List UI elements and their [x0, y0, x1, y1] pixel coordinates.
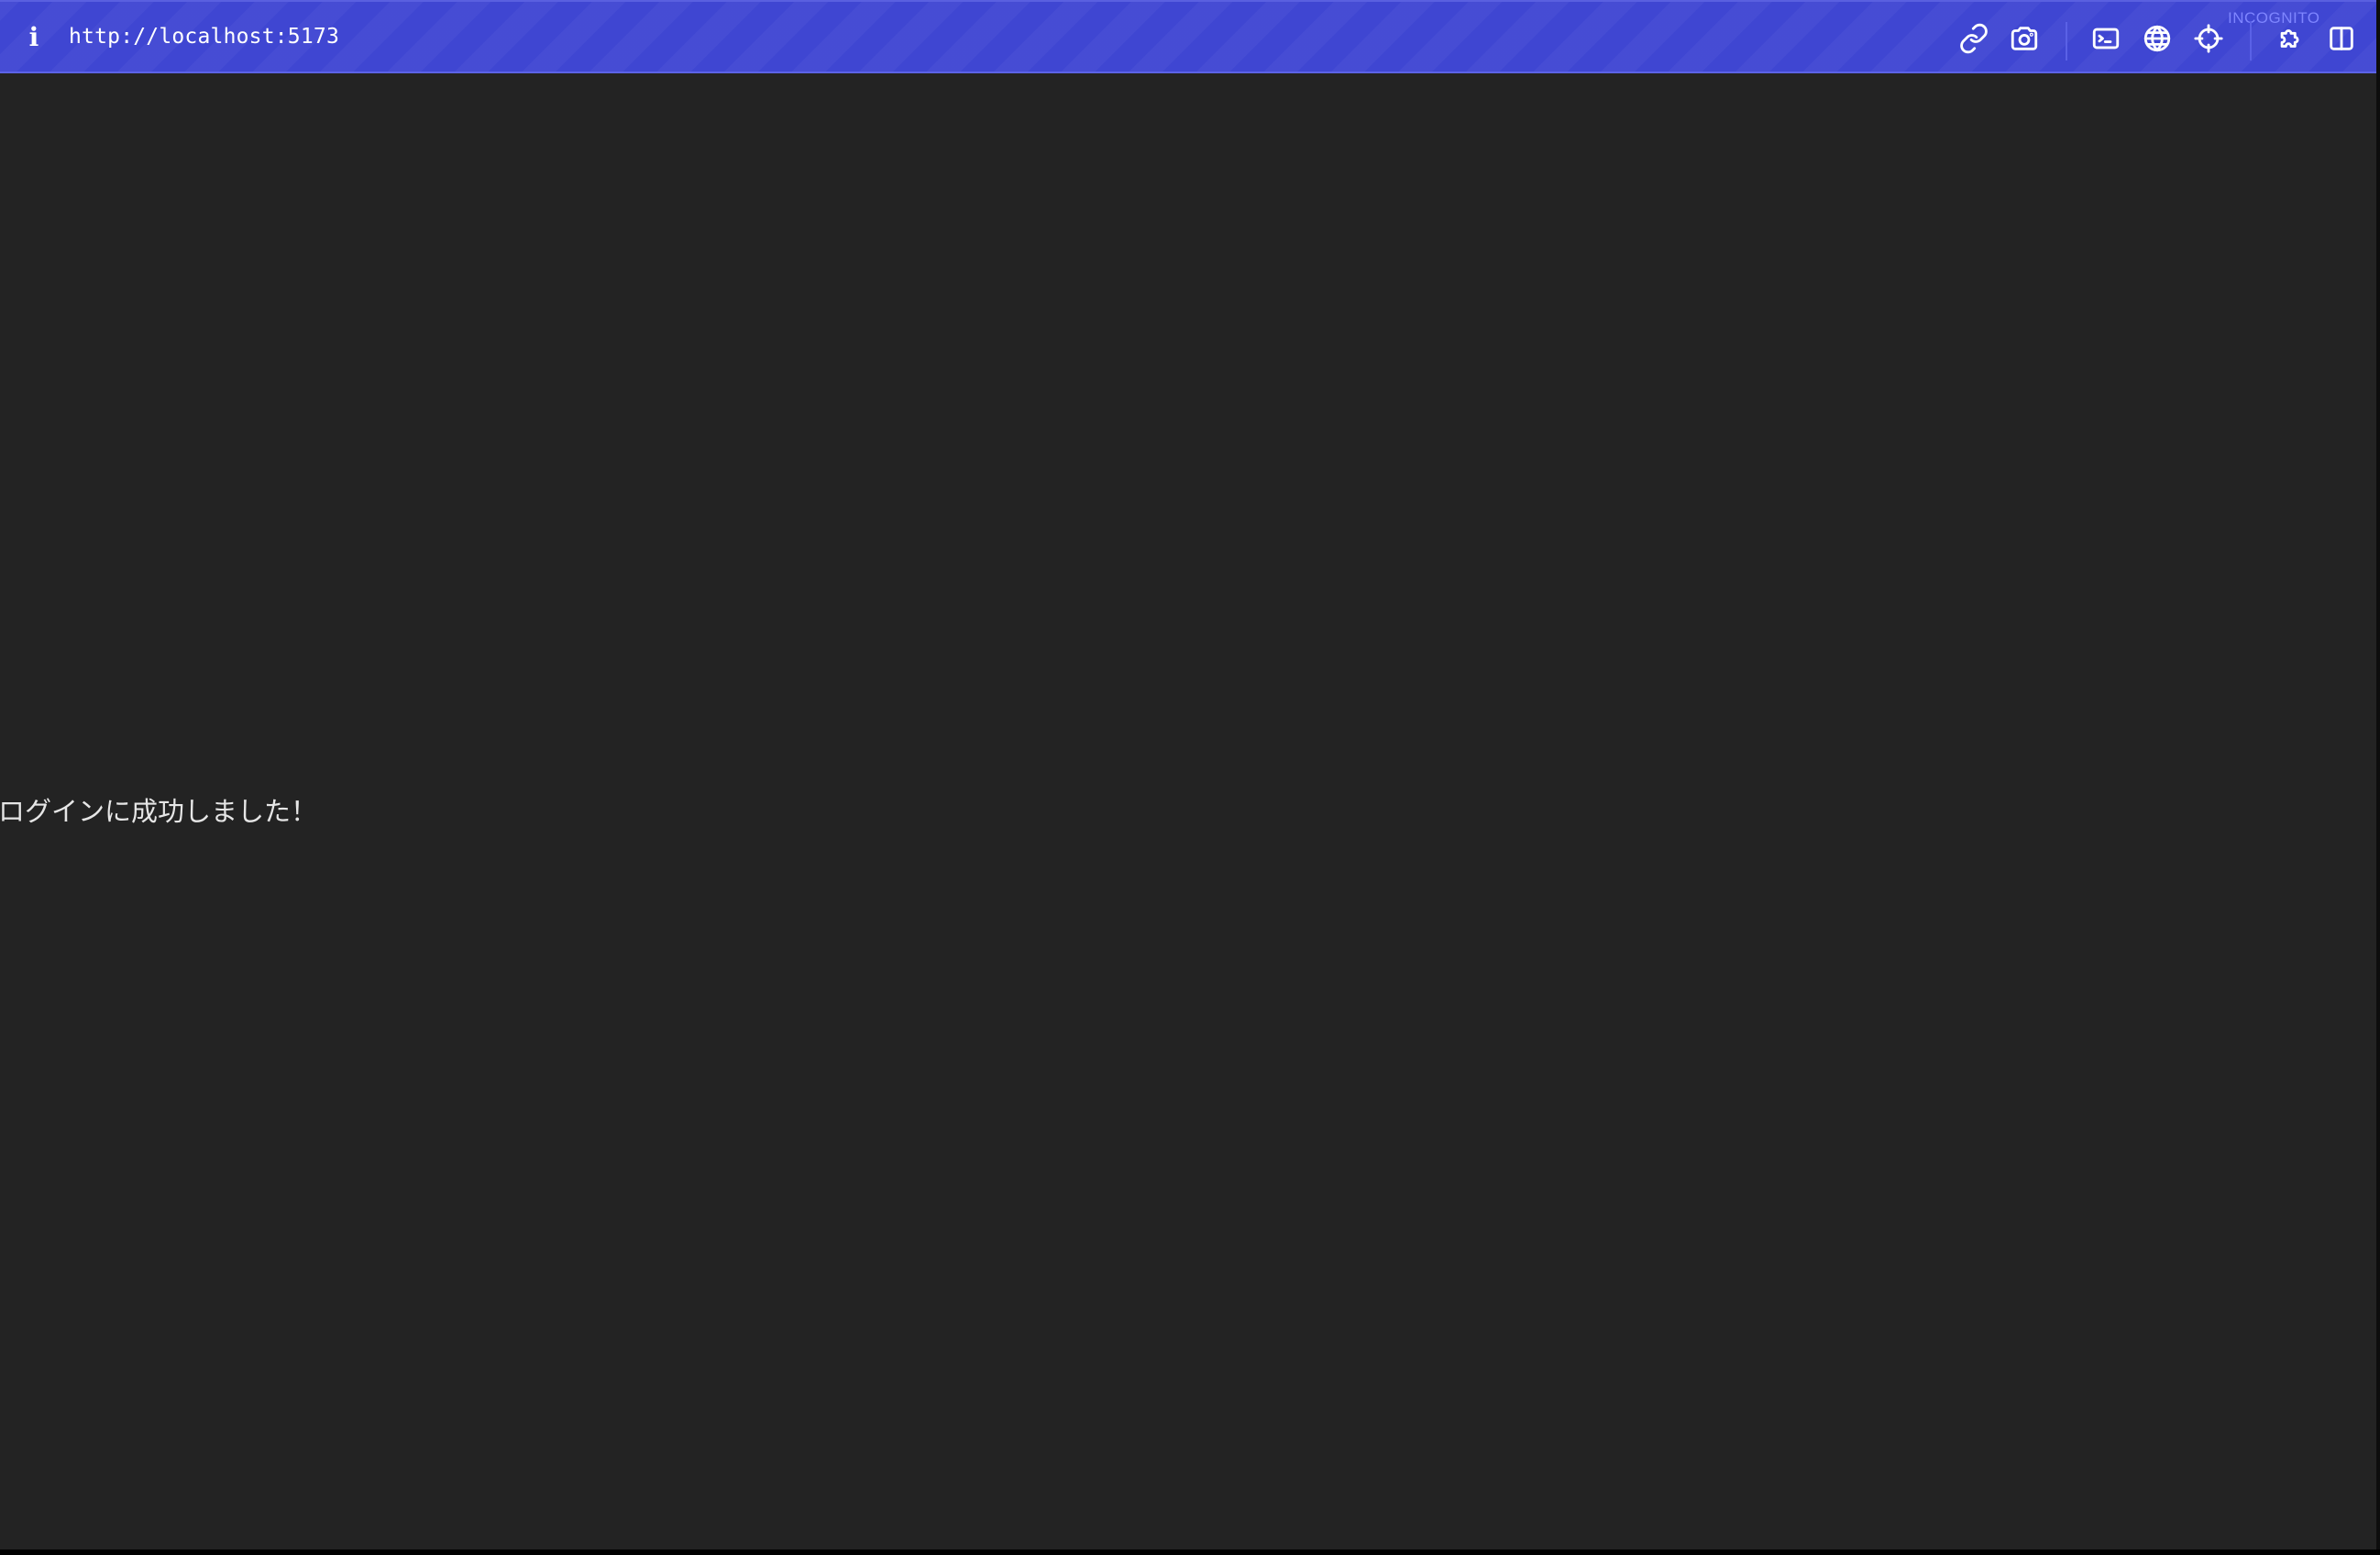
camera-icon [2011, 27, 2038, 50]
info-icon[interactable]: i [18, 18, 50, 55]
browser-window: i http://localhost:5173 INCOGNITO ログインに成… [0, 0, 2380, 1549]
inspect-button[interactable] [2188, 18, 2229, 59]
url-bar[interactable]: http://localhost:5173 [69, 23, 339, 50]
link-icon [1960, 23, 1988, 54]
extensions-button[interactable] [2271, 18, 2311, 59]
login-success-message: ログインに成功しました！ [0, 796, 318, 827]
console-button[interactable] [2086, 18, 2126, 59]
toolbar-divider [2250, 22, 2252, 61]
network-button[interactable] [2137, 18, 2177, 59]
screenshot-button[interactable] [2004, 18, 2044, 59]
browser-toolbar: i http://localhost:5173 INCOGNITO [0, 0, 2376, 73]
globe-icon [2143, 25, 2171, 52]
terminal-icon [2092, 28, 2120, 50]
page-content: ログインに成功しました！ [0, 73, 2376, 1549]
sidebar-icon [2330, 27, 2353, 50]
puzzle-icon [2280, 29, 2299, 48]
split-view-button[interactable] [2321, 18, 2362, 59]
toolbar-divider [2066, 22, 2067, 61]
crosshair-icon [2194, 24, 2223, 53]
copy-link-button[interactable] [1954, 18, 1994, 59]
